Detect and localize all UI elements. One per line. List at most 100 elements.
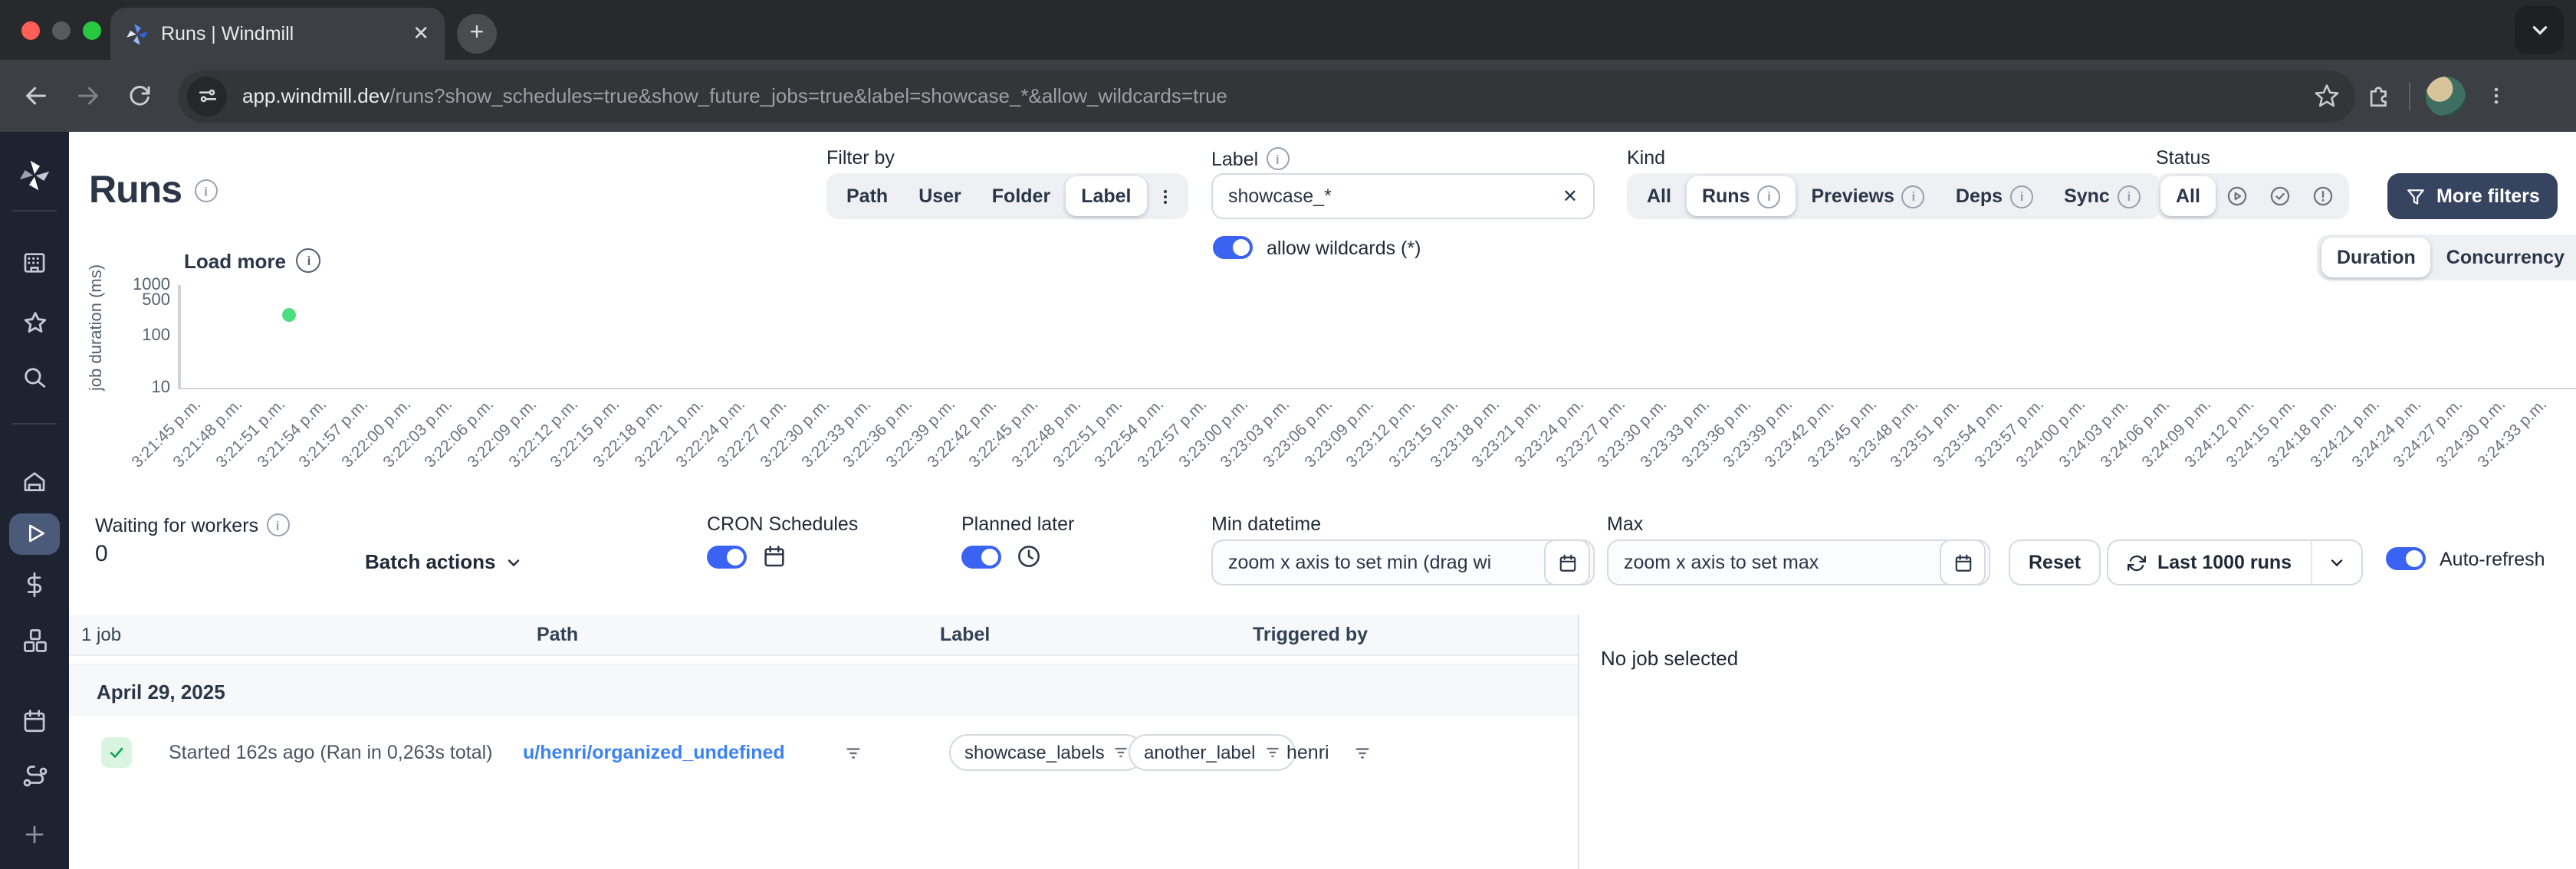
no-job-selected: No job selected	[1601, 647, 1739, 670]
sidebar-item-flows-route-icon[interactable]	[0, 763, 69, 791]
forward-icon[interactable]	[61, 83, 113, 109]
label-filter-icon[interactable]	[1264, 745, 1280, 760]
view-concurrency[interactable]: Concurrency	[2431, 238, 2576, 277]
sidebar-item-favorites-star-icon[interactable]	[0, 310, 69, 337]
planned-later-toggle[interactable]	[961, 545, 1001, 568]
job-count: 1 job	[81, 624, 122, 645]
allow-wildcards-label: allow wildcards (*)	[1267, 237, 1421, 258]
label-filter-input[interactable]: showcase_* ✕	[1211, 173, 1595, 219]
sidebar-item-schedules-calendar-icon[interactable]	[0, 708, 69, 734]
tab-title: Runs | Windmill	[161, 23, 294, 44]
label-pill[interactable]: showcase_labels	[949, 734, 1145, 771]
tab-search-chevron-icon[interactable]	[2515, 6, 2564, 54]
kind-sync[interactable]: Sync i	[2049, 176, 2156, 216]
back-icon[interactable]	[9, 83, 61, 109]
y-tick-label: 10	[151, 378, 171, 396]
auto-refresh-toggle[interactable]	[2386, 547, 2426, 570]
tab-close-icon[interactable]: ✕	[412, 21, 429, 46]
extensions-puzzle-icon[interactable]	[2366, 83, 2392, 109]
runs-info-icon[interactable]: i	[194, 179, 217, 202]
runs-play-icon[interactable]	[0, 521, 69, 546]
new-tab-button[interactable]: +	[457, 14, 497, 54]
window-close-button[interactable]	[21, 21, 40, 40]
url-text: app.windmill.dev/runs?show_schedules=tru…	[242, 84, 1227, 107]
batch-actions-dropdown[interactable]: Batch actions	[365, 550, 524, 573]
chevron-down-icon	[508, 559, 520, 566]
sidebar-item-workspace[interactable]	[0, 250, 69, 276]
kind-deps-info-icon[interactable]: i	[2010, 185, 2034, 208]
kind-runs[interactable]: Runs i	[1686, 176, 1796, 216]
site-settings-icon[interactable]	[187, 76, 227, 116]
browser-tab[interactable]: Runs | Windmill ✕	[110, 8, 445, 60]
clock-icon	[1018, 546, 1040, 567]
load-more-button[interactable]: Load more i	[184, 248, 321, 273]
sidebar-item-search-icon[interactable]	[0, 365, 69, 391]
cron-schedules-label: CRON Schedules	[707, 513, 859, 535]
row-triggered-by: henri	[1286, 742, 1329, 763]
label-filter-icon[interactable]	[1114, 745, 1129, 760]
min-datetime-input[interactable]: zoom x axis to set min (drag wi	[1211, 539, 1595, 585]
clear-label-icon[interactable]: ✕	[1562, 185, 1578, 207]
job-detail-panel: No job selected	[1578, 615, 2576, 869]
kind-deps[interactable]: Deps i	[1940, 176, 2049, 216]
last-runs-button[interactable]: Last 1000 runs	[2108, 541, 2310, 584]
status-failure-icon[interactable]	[2302, 176, 2344, 216]
chevron-down-icon	[2330, 559, 2342, 567]
label-pill[interactable]: another_label	[1129, 734, 1296, 771]
waiting-info-icon[interactable]: i	[266, 513, 290, 536]
table-header: 1 job Path Label Triggered by	[69, 615, 1578, 656]
min-datetime-calendar-icon[interactable]	[1544, 541, 1590, 584]
chart-point-success[interactable]	[282, 307, 297, 322]
view-duration[interactable]: Duration	[2321, 238, 2431, 277]
column-label: Label	[940, 624, 991, 645]
filter-by-segmented: Path User Folder Label	[826, 173, 1188, 219]
windmill-logo[interactable]	[0, 159, 69, 192]
kind-runs-info-icon[interactable]: i	[1757, 185, 1781, 208]
planned-later-row	[961, 544, 1041, 569]
sidebar-item-add-plus-icon[interactable]	[0, 823, 69, 846]
kind-all[interactable]: All	[1631, 176, 1687, 216]
filter-by-folder[interactable]: Folder	[977, 176, 1066, 216]
row-path-link[interactable]: u/henri/organized_undefined	[523, 742, 785, 763]
max-datetime-calendar-icon[interactable]	[1940, 541, 1986, 584]
path-filter-icon[interactable]	[845, 744, 862, 761]
filter-by-label: Filter by	[826, 147, 895, 169]
triggered-by-filter-icon[interactable]	[1354, 744, 1371, 761]
filter-by-user[interactable]: User	[903, 176, 977, 216]
kind-previews[interactable]: Previews i	[1796, 176, 1940, 216]
window-zoom-button[interactable]	[83, 21, 101, 40]
browser-menu-kebab-icon[interactable]	[2486, 84, 2507, 107]
reset-button[interactable]: Reset	[2009, 539, 2101, 585]
label-info-icon[interactable]: i	[1266, 147, 1290, 170]
sidebar-item-home-icon[interactable]	[0, 469, 69, 495]
page-title: Runs i	[89, 169, 217, 213]
profile-avatar[interactable]	[2426, 76, 2466, 116]
column-triggered-by: Triggered by	[1253, 624, 1368, 645]
sidebar-item-billing-dollar-icon[interactable]	[0, 572, 69, 598]
sidebar-item-resources-cubes-icon[interactable]	[0, 627, 69, 654]
reload-icon[interactable]	[113, 84, 166, 108]
column-path: Path	[537, 624, 579, 645]
table-row[interactable]: Started 162s ago (Ran in 0,263s total) u…	[69, 716, 1578, 789]
allow-wildcards-toggle[interactable]	[1213, 236, 1253, 259]
window-minimize-button[interactable]	[52, 21, 71, 40]
status-running-icon[interactable]	[2216, 176, 2259, 216]
url-bar[interactable]: app.windmill.dev/runs?show_schedules=tru…	[178, 70, 2355, 122]
status-success-icon[interactable]	[2259, 176, 2302, 216]
success-check-icon	[101, 737, 132, 768]
load-more-info-icon[interactable]: i	[296, 248, 321, 273]
windmill-favicon	[126, 22, 149, 45]
filter-by-label-option[interactable]: Label	[1066, 176, 1147, 216]
filter-by-kebab-icon[interactable]	[1147, 176, 1184, 216]
last-runs-chevron[interactable]	[2312, 541, 2361, 584]
max-datetime-input[interactable]: zoom x axis to set max	[1607, 539, 1990, 585]
kind-segmented: All Runs i Previews i Deps i Sync i	[1627, 173, 2160, 219]
cron-schedules-toggle[interactable]	[707, 545, 747, 568]
kind-sync-info-icon[interactable]: i	[2117, 185, 2141, 208]
more-filters-button[interactable]: More filters	[2387, 173, 2558, 219]
kind-previews-info-icon[interactable]: i	[1901, 185, 1925, 208]
bookmark-star-icon[interactable]	[2314, 83, 2340, 109]
status-all[interactable]: All	[2160, 176, 2216, 216]
filter-by-path[interactable]: Path	[831, 176, 903, 216]
waiting-count: 0	[95, 541, 108, 567]
